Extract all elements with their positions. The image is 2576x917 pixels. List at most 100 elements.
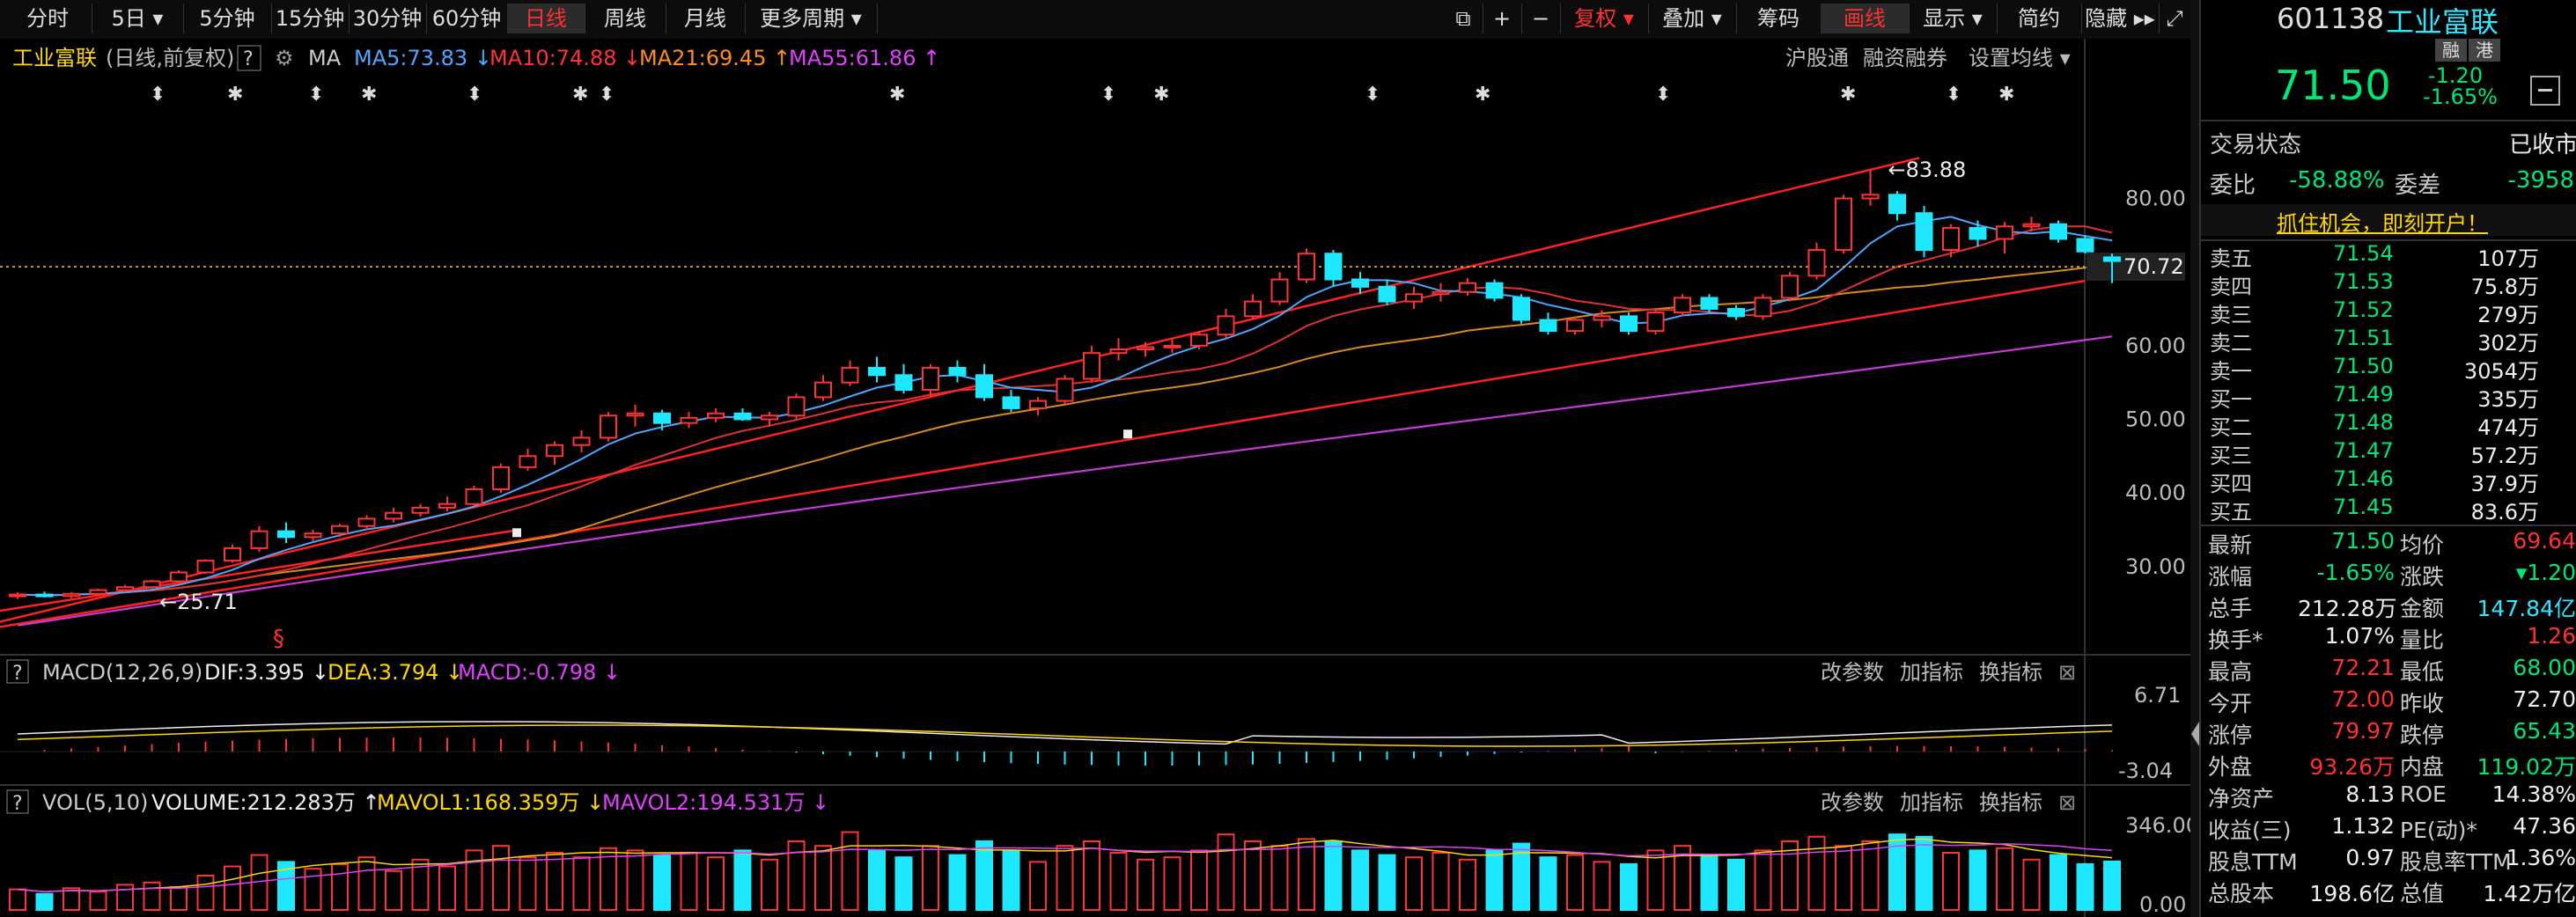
candle-body[interactable] — [1083, 352, 1100, 380]
candle-body[interactable] — [465, 488, 483, 505]
event-marker-icon[interactable]: ✱ — [361, 84, 377, 106]
event-marker-icon[interactable]: ✱ — [1475, 84, 1490, 106]
event-marker-icon[interactable]: ⬍ — [1365, 84, 1380, 106]
candle-body[interactable] — [411, 506, 430, 514]
candle-body[interactable] — [2103, 256, 2121, 262]
event-marker-icon[interactable]: ⬍ — [599, 84, 615, 106]
candle-body[interactable] — [1029, 400, 1047, 409]
candle-body[interactable] — [1593, 315, 1611, 321]
candle-body[interactable] — [626, 412, 644, 417]
candle-body[interactable] — [975, 374, 993, 399]
vol-switch-button[interactable]: 换指标 — [1979, 790, 2042, 815]
vol-add-button[interactable]: 加指标 — [1900, 790, 1963, 815]
candle-body[interactable] — [1324, 253, 1343, 281]
candle-body[interactable] — [1217, 315, 1235, 336]
candle-body[interactable] — [922, 366, 939, 392]
macd-help-icon[interactable]: ? — [12, 663, 23, 685]
candle-body[interactable] — [1620, 315, 1638, 333]
candle-body[interactable] — [1270, 278, 1289, 303]
candle-body[interactable] — [357, 517, 376, 527]
candle-body[interactable] — [385, 511, 402, 520]
candle-body[interactable] — [572, 436, 591, 446]
candle-body[interactable] — [1754, 297, 1772, 318]
candle-body[interactable] — [438, 503, 456, 509]
vol-modify-button[interactable]: 改参数 — [1821, 790, 1884, 815]
margin-trading-button[interactable]: 融资融券 — [1863, 46, 1947, 70]
buy-level-row[interactable]: 买三 71.47 57.2万 — [2201, 438, 2576, 468]
toolbar-period-1[interactable]: 5日 ▾ — [92, 4, 184, 33]
candle-body[interactable] — [170, 571, 188, 583]
candle-body[interactable] — [196, 560, 215, 574]
toolbar-tool-5[interactable]: 筹码 — [1736, 4, 1822, 33]
toolbar-tool-3[interactable]: 复权 ▾ — [1560, 4, 1649, 33]
candle-body[interactable] — [814, 381, 832, 399]
sell-level-row[interactable]: 卖一 71.50 3054万 — [2201, 354, 2576, 384]
toolbar-period-8[interactable]: 月线 — [666, 4, 746, 33]
macd-close-icon[interactable]: ⊠ — [2058, 660, 2076, 685]
candle-body[interactable] — [143, 580, 161, 589]
settings-gear-icon[interactable]: ⚙ — [275, 46, 294, 70]
candle-body[interactable] — [304, 532, 322, 539]
sell-level-row[interactable]: 卖三 71.52 279万 — [2201, 297, 2576, 327]
candle-body[interactable] — [2050, 223, 2067, 240]
candle-body[interactable] — [1459, 282, 1476, 293]
candle-body[interactable] — [1969, 226, 1987, 240]
candle-body[interactable] — [1137, 346, 1154, 350]
event-marker-icon[interactable]: ⬍ — [308, 84, 324, 106]
event-marker-icon[interactable]: ✱ — [889, 84, 905, 106]
macd-add-button[interactable]: 加指标 — [1900, 660, 1963, 685]
candle-body[interactable] — [331, 525, 349, 535]
toolbar-period-6[interactable]: 日线 — [507, 4, 585, 33]
candle-body[interactable] — [1674, 297, 1691, 314]
sell-level-row[interactable]: 卖五 71.54 107万 — [2201, 241, 2576, 271]
buy-level-row[interactable]: 买五 71.45 83.6万 — [2201, 495, 2576, 525]
candle-body[interactable] — [1351, 278, 1369, 288]
candle-body[interactable] — [1512, 297, 1530, 321]
signal-s-icon[interactable]: § — [273, 626, 284, 652]
event-marker-icon[interactable]: ✱ — [227, 84, 243, 106]
stock-name[interactable]: 工业富联 — [2386, 0, 2499, 40]
event-marker-icon[interactable]: ✱ — [572, 84, 588, 106]
candle-body[interactable] — [1807, 249, 1826, 277]
candle-body[interactable] — [653, 412, 671, 424]
event-marker-icon[interactable]: ⬍ — [1655, 84, 1671, 106]
candle-body[interactable] — [1190, 334, 1208, 347]
buy-level-row[interactable]: 买二 71.48 474万 — [2201, 410, 2576, 440]
candle-body[interactable] — [277, 530, 295, 539]
candle-body[interactable] — [1298, 253, 1315, 281]
toolbar-period-0[interactable]: 分时 — [4, 4, 92, 33]
candle-body[interactable] — [1002, 396, 1020, 409]
candle-body[interactable] — [680, 416, 698, 424]
candle-body[interactable] — [89, 589, 107, 595]
candle-body[interactable] — [1781, 275, 1799, 299]
candle-body[interactable] — [116, 586, 134, 591]
buy-level-row[interactable]: 买四 71.46 37.9万 — [2201, 466, 2576, 496]
toolbar-tool-6[interactable]: 画线 — [1821, 4, 1910, 33]
candle-body[interactable] — [948, 366, 967, 377]
candle-body[interactable] — [787, 396, 806, 417]
event-marker-icon[interactable]: ✱ — [1840, 84, 1856, 106]
toolbar-period-9[interactable]: 更多周期 ▾ — [745, 4, 878, 33]
help-icon[interactable]: ? — [243, 48, 254, 70]
candle-body[interactable] — [1056, 378, 1074, 402]
buy-level-row[interactable]: 买一 71.49 335万 — [2201, 382, 2576, 412]
event-marker-icon[interactable]: ⬍ — [1100, 84, 1116, 106]
candle-body[interactable] — [63, 592, 80, 598]
candle-body[interactable] — [1700, 297, 1719, 310]
toolbar-tool-2[interactable]: − — [1521, 4, 1561, 33]
shanghai-connect-button[interactable]: 沪股通 — [1785, 46, 1849, 70]
candle-body[interactable] — [1163, 344, 1181, 348]
candle-body[interactable] — [1244, 300, 1262, 318]
candle-body[interactable] — [546, 444, 563, 458]
candle-body[interactable] — [1405, 293, 1423, 303]
toolbar-period-7[interactable]: 周线 — [585, 4, 666, 33]
candle-body[interactable] — [1485, 282, 1504, 299]
toolbar-tool-4[interactable]: 叠加 ▾ — [1648, 4, 1737, 33]
event-marker-icon[interactable]: ✱ — [1998, 84, 2014, 106]
toolbar-period-4[interactable]: 30分钟 — [349, 4, 427, 33]
candle-body[interactable] — [9, 593, 26, 598]
event-marker-icon[interactable]: ⬍ — [467, 84, 482, 106]
kline-chart[interactable]: 工业富联 (日线,前复权)? ⚙ MA MA5:73.83 ↓MA10:74.88 ↓M… — [0, 39, 2190, 917]
candle-body[interactable] — [1861, 194, 1880, 200]
candle-body[interactable] — [2022, 223, 2041, 228]
